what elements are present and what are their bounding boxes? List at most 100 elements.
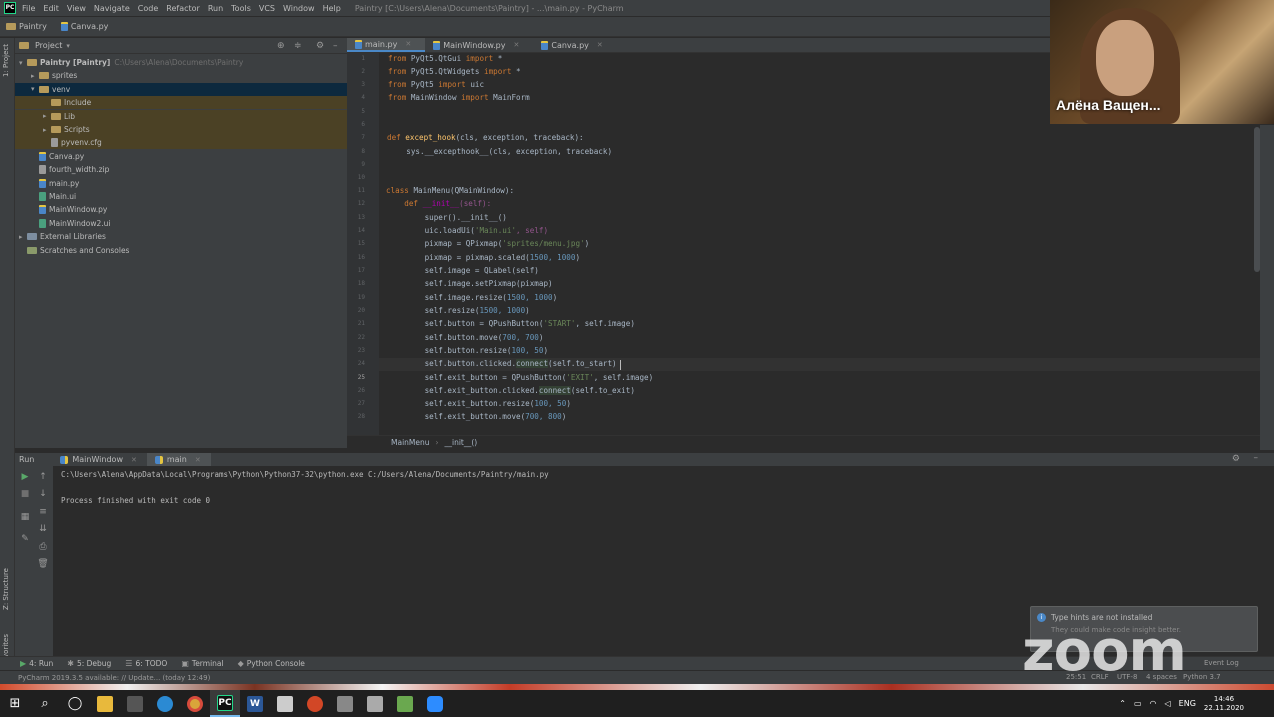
locate-icon[interactable]: ⊕ [277,41,285,51]
line-number[interactable]: 15 [347,240,365,247]
video-participant-tile[interactable]: Алёна Ващен... [1050,0,1274,124]
line-number[interactable]: 14 [347,227,365,234]
tree-item[interactable]: MainWindow2.ui [15,217,347,230]
soft-wrap-icon[interactable]: ≡ [37,507,49,517]
powerpoint-icon[interactable] [300,690,330,717]
code-line-20[interactable]: self.image.resize(1500, 1000) [388,293,558,302]
line-number[interactable]: 17 [347,267,365,274]
run-tab-mainwindow[interactable]: MainWindow ✕ [52,453,147,467]
line-number[interactable]: 21 [347,320,365,327]
line-number[interactable]: 23 [347,347,365,354]
gear-icon[interactable]: ⚙ [316,41,324,51]
bottom-tab-run[interactable]: ▶ 4: Run [20,659,53,668]
stop-icon[interactable]: ■ [19,489,31,499]
project-panel-title[interactable]: Project [35,41,62,50]
code-line-28[interactable]: self.exit_button.resize(100, 50) [388,399,571,408]
code-line-13[interactable]: def __init__(self): [386,199,491,208]
minimize-icon[interactable]: – [1254,453,1259,463]
code-line-1[interactable]: from PyQt5.QtGui import * [388,54,502,63]
code-line-27[interactable]: self.exit_button.clicked.connect(self.to… [388,386,635,395]
menu-vcs[interactable]: VCS [259,4,275,13]
code-line-24[interactable]: self.button.resize(100, 50) [388,346,548,355]
line-number[interactable]: 26 [347,387,365,394]
code-line-4[interactable]: from MainWindow import MainForm [388,93,530,102]
line-number[interactable]: 9 [347,161,365,168]
network-icon[interactable]: ▭ [1134,699,1142,708]
tree-item[interactable]: Include [15,96,347,110]
line-number[interactable]: 6 [347,121,365,128]
menu-run[interactable]: Run [208,4,223,13]
menu-window[interactable]: Window [283,4,315,13]
code-line-23[interactable]: self.button.move(700, 700) [388,333,544,342]
chevron-right-icon[interactable]: ▸ [31,72,39,80]
code-line-26[interactable]: self.exit_button = QPushButton('EXIT', s… [388,373,654,382]
line-number[interactable]: 24 [347,360,365,367]
line-number[interactable]: 28 [347,413,365,420]
menu-tools[interactable]: Tools [231,4,251,13]
line-number[interactable]: 4 [347,94,365,101]
code-line-29[interactable]: self.exit_button.move(700, 800) [388,412,567,421]
scroll-down-icon[interactable]: ↓ [37,489,49,499]
bottom-tab-todo[interactable]: ☰ 6: TODO [125,659,167,668]
code-line-25[interactable]: self.button.clicked.connect(self.to_star… [388,359,617,368]
volume-icon[interactable]: ◁ [1165,699,1171,708]
close-icon[interactable]: ✕ [405,40,411,48]
wifi-icon[interactable]: ◠ [1150,699,1157,708]
notepad-icon[interactable] [270,690,300,717]
clock[interactable]: 14:46 22.11.2020 [1204,695,1244,713]
code-line-21[interactable]: self.resize(1500, 1000) [388,306,530,315]
editor-tab-canva[interactable]: Canva.py ✕ [533,38,616,52]
pin-tab-icon[interactable]: ✎ [19,534,31,544]
pycharm-icon[interactable]: PC [210,690,240,717]
chevron-up-icon[interactable]: ⌃ [1119,699,1126,708]
layout-icon[interactable]: ▦ [19,512,31,522]
chevron-right-icon[interactable]: ▸ [43,112,51,120]
file-explorer-icon[interactable] [90,690,120,717]
line-number[interactable]: 19 [347,294,365,301]
collapse-all-icon[interactable]: ≑ [294,41,302,51]
code-line-19[interactable]: self.image.setPixmap(pixmap) [388,279,553,288]
nav-crumb-file[interactable]: Canva.py [60,22,108,31]
tree-item[interactable]: ▸ Scripts [15,123,347,136]
status-message[interactable]: PyCharm 2019.3.5 available: // Update...… [18,674,210,682]
line-number[interactable]: 13 [347,214,365,221]
menu-navigate[interactable]: Navigate [94,4,130,13]
tree-item[interactable]: Main.ui [15,190,347,203]
snipping-icon[interactable] [360,690,390,717]
line-number[interactable]: 25 [347,374,365,381]
editor-tab-mainwindow[interactable]: MainWindow.py ✕ [425,38,533,52]
code-line-3[interactable]: from PyQt5 import uic [388,80,484,89]
close-icon[interactable]: ✕ [597,41,603,49]
tree-item[interactable]: ▸ External Libraries [15,230,347,243]
code-line-12[interactable]: class MainMenu(QMainWindow): [386,186,514,195]
menu-code[interactable]: Code [138,4,158,13]
code-line-18[interactable]: self.image = QLabel(self) [388,266,539,275]
tree-item[interactable]: pyvenv.cfg [15,136,347,150]
bottom-tab-terminal[interactable]: ▣ Terminal [181,659,223,668]
paint-icon[interactable] [390,690,420,717]
zoom-icon[interactable] [420,690,450,717]
code-line-15[interactable]: uic.loadUi('Main.ui', self) [388,226,548,235]
app-icon[interactable] [330,690,360,717]
task-view-icon[interactable]: ◯ [60,690,90,717]
trash-icon[interactable]: 🗑 [37,559,49,569]
line-number[interactable]: 18 [347,280,365,287]
line-number[interactable]: 3 [347,81,365,88]
tree-item[interactable]: ▸ sprites [15,69,347,82]
editor-tab-main[interactable]: main.py ✕ [347,38,426,52]
pin-icon[interactable]: ↑ [37,472,49,482]
search-icon[interactable]: ⌕ [30,690,60,717]
gear-icon[interactable]: ⚙ [1232,454,1240,464]
rerun-icon[interactable]: ▶ [19,472,31,482]
store-icon[interactable] [120,690,150,717]
close-icon[interactable]: ✕ [195,456,201,464]
bottom-tab-python-console[interactable]: ◆ Python Console [238,659,305,668]
menu-refactor[interactable]: Refactor [166,4,200,13]
chevron-down-icon[interactable]: ▾ [66,42,70,50]
tree-item[interactable]: Canva.py [15,150,347,163]
code-line-22[interactable]: self.button = QPushButton('START', self.… [388,319,635,328]
windows-start-icon[interactable]: ⊞ [0,690,30,717]
line-number[interactable]: 12 [347,200,365,207]
menu-view[interactable]: View [67,4,86,13]
run-tab-main[interactable]: main ✕ [146,452,211,467]
